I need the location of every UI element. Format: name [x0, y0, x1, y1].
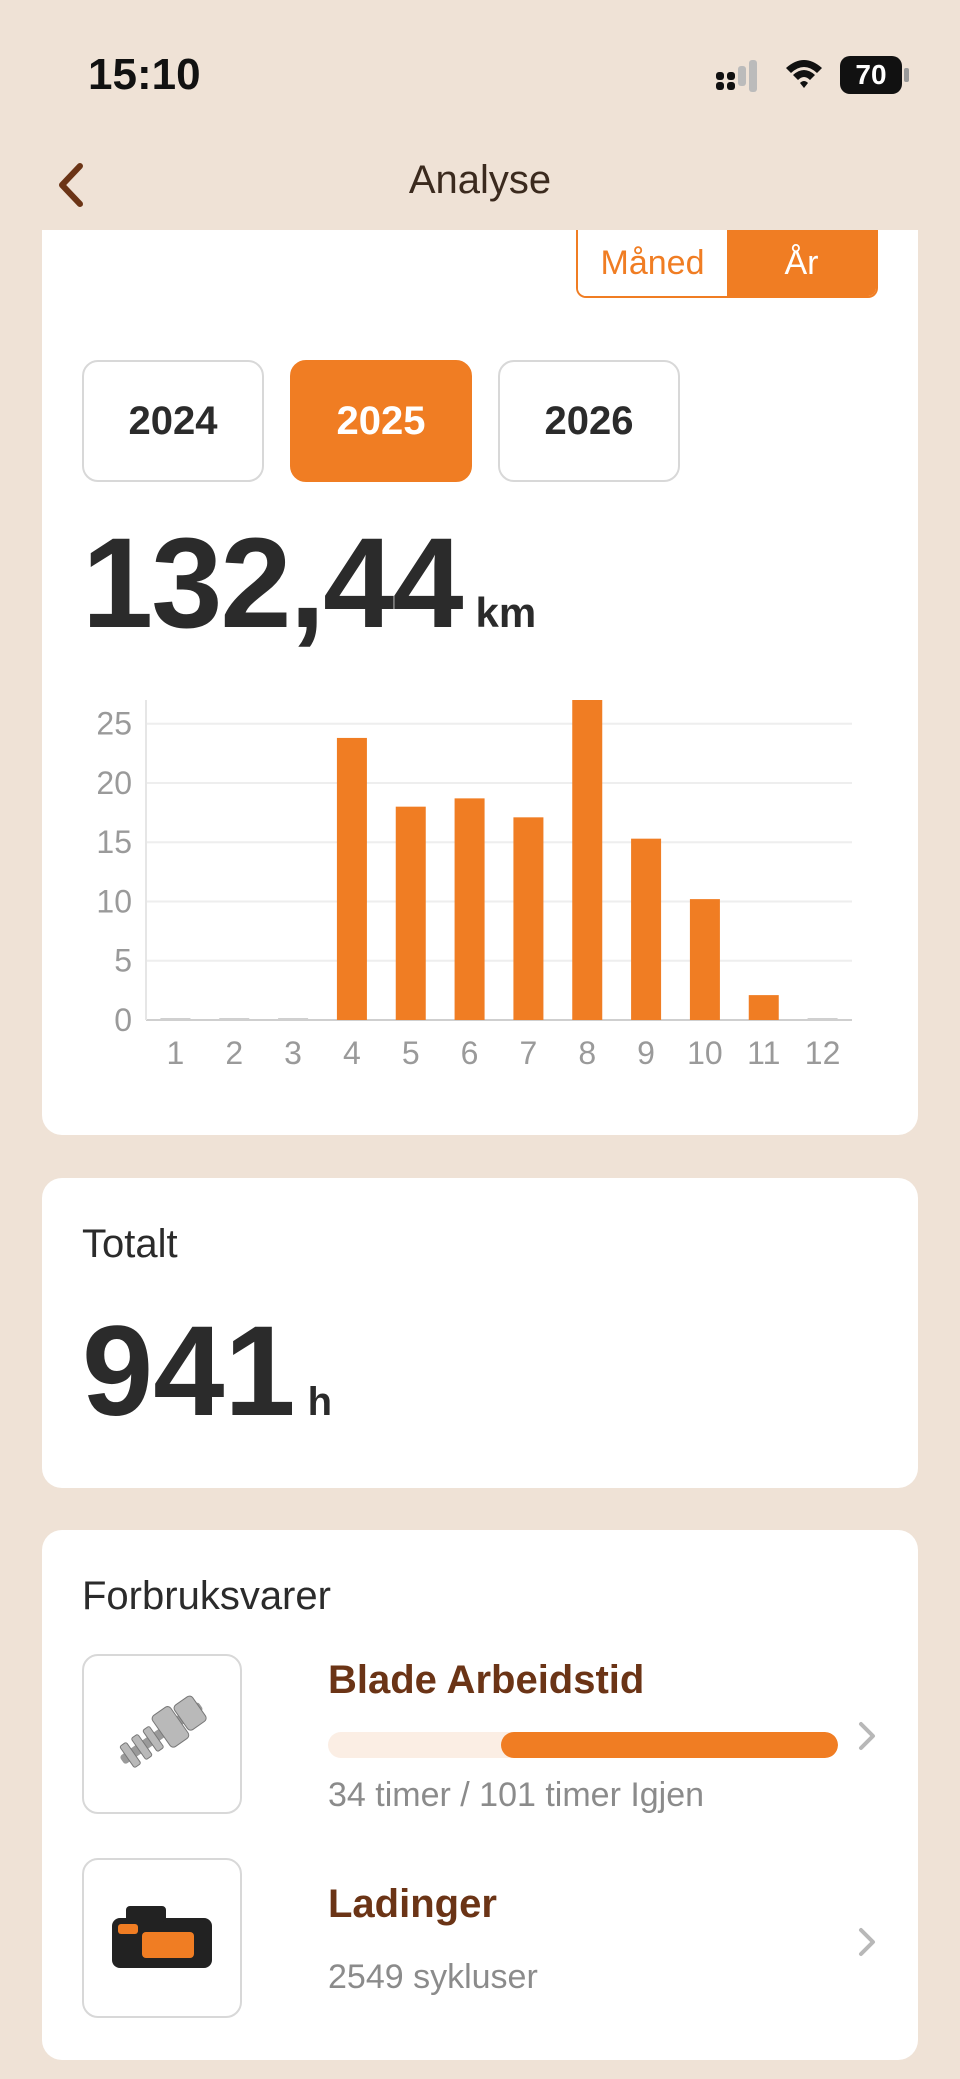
battery-pack-icon — [82, 1858, 242, 2018]
y-tick-label: 0 — [114, 1002, 132, 1038]
y-tick-label: 5 — [114, 943, 132, 979]
distance-summary: 132,44 km — [82, 510, 536, 657]
total-unit: h — [307, 1380, 332, 1424]
blade-progress-fill — [501, 1732, 838, 1758]
total-summary: 941 h — [82, 1298, 332, 1445]
year-button-2025[interactable]: 2025 — [290, 360, 472, 482]
bar-month-2 — [219, 1018, 250, 1020]
x-tick-label: 9 — [637, 1035, 655, 1071]
bar-month-6 — [454, 798, 485, 1020]
x-tick-label: 10 — [687, 1035, 723, 1071]
status-bar: 15:10 70 — [0, 0, 960, 150]
total-card: Totalt 941 h — [42, 1178, 918, 1488]
y-tick-label: 25 — [96, 706, 132, 742]
bar-month-4 — [336, 737, 367, 1020]
wifi-icon — [786, 60, 822, 88]
year-button-2024[interactable]: 2024 — [82, 360, 264, 482]
x-tick-label: 3 — [284, 1035, 302, 1071]
x-tick-label: 1 — [167, 1035, 185, 1071]
hedge-trimmer-blade-icon — [82, 1654, 242, 1814]
page-title: Analyse — [408, 158, 552, 202]
bar-month-7 — [513, 817, 544, 1020]
period-toggle: Måned År — [576, 230, 878, 298]
y-tick-label: 15 — [96, 824, 132, 860]
total-value: 941 — [82, 1300, 296, 1443]
consumable-detail: 34 timer / 101 timer Igjen — [328, 1776, 705, 1814]
x-tick-label: 5 — [402, 1035, 420, 1071]
year-button-2026[interactable]: 2026 — [498, 360, 680, 482]
chevron-right-icon — [859, 1722, 875, 1750]
cellular-signal-icon — [716, 60, 757, 92]
consumable-name: Blade Arbeidstid — [328, 1658, 645, 1702]
consumables-card: Forbruksvarer Blade Arbeidstid 34 timer … — [42, 1530, 918, 2060]
y-tick-label: 20 — [96, 765, 132, 801]
distance-value: 132,44 — [82, 512, 463, 655]
bar-month-5 — [395, 806, 426, 1020]
tab-year[interactable]: År — [727, 230, 876, 296]
year-selector: 2024 2025 2026 — [82, 360, 680, 482]
x-tick-label: 12 — [805, 1035, 841, 1071]
distance-card: Måned År 2024 2025 2026 132,44 km 0 5 10 15… — [42, 230, 918, 1135]
bar-month-3 — [278, 1018, 309, 1020]
consumable-item-charges[interactable]: Ladinger 2549 sykluser — [82, 1858, 882, 2020]
distance-unit: km — [475, 589, 537, 636]
consumable-detail: 2549 sykluser — [328, 1958, 538, 1996]
x-tick-label: 11 — [747, 1035, 780, 1071]
consumable-item-blade[interactable]: Blade Arbeidstid 34 timer / 101 timer Ig… — [82, 1654, 882, 1816]
x-tick-label: 2 — [225, 1035, 243, 1071]
x-tick-label: 4 — [343, 1035, 361, 1071]
blade-progress-bar — [328, 1732, 838, 1758]
chevron-right-icon — [859, 1928, 875, 1956]
battery-level: 70 — [855, 59, 887, 90]
bar-month-12 — [807, 1018, 838, 1020]
x-tick-label: 6 — [461, 1035, 479, 1071]
battery-icon: 70 — [840, 56, 910, 94]
total-label: Totalt — [82, 1222, 178, 1266]
status-time: 15:10 — [88, 50, 201, 99]
x-tick-label: 8 — [578, 1035, 596, 1071]
consumables-title: Forbruksvarer — [82, 1574, 331, 1618]
x-tick-label: 7 — [520, 1035, 538, 1071]
consumable-name: Ladinger — [328, 1882, 497, 1926]
bar-month-1 — [160, 1018, 191, 1020]
bar-month-9 — [631, 838, 662, 1020]
monthly-distance-chart: 05101520251 2 3 4 5 6 7 8 9 10 11 12 — [96, 700, 852, 1071]
tab-month[interactable]: Måned — [578, 230, 727, 296]
bar-month-10 — [689, 899, 720, 1020]
bar-month-8 — [572, 700, 603, 1020]
nav-bar: Analyse — [0, 150, 960, 230]
bar-month-11 — [748, 995, 779, 1020]
y-tick-label: 10 — [96, 883, 132, 919]
